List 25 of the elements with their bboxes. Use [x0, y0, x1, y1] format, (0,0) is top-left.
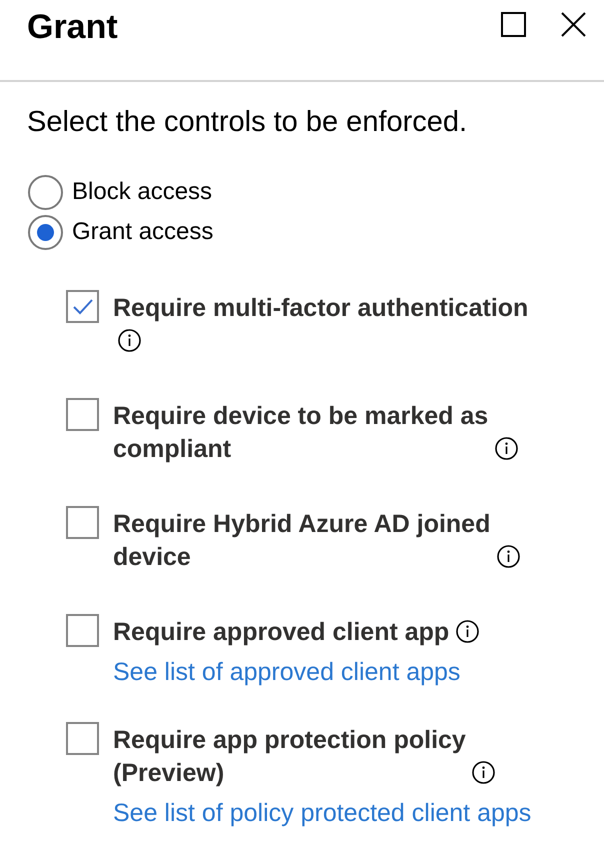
info-icon[interactable] [118, 329, 141, 352]
info-icon[interactable] [456, 620, 479, 643]
checkbox-label: Require Hybrid Azure AD joined device [113, 509, 492, 573]
checkbox-label: Require multi-factor authentication [113, 293, 530, 324]
radio-button[interactable] [28, 214, 63, 250]
radio-label[interactable]: Grant access [72, 217, 214, 247]
checkbox[interactable] [66, 398, 99, 431]
info-icon[interactable] [497, 545, 520, 568]
checkbox-label: Require device to be marked as compliant [113, 401, 490, 465]
checkbox[interactable] [66, 290, 99, 323]
radio-label[interactable]: Block access [72, 177, 212, 207]
checkbox[interactable] [66, 614, 99, 647]
radio-button[interactable] [28, 174, 63, 210]
list-link[interactable]: See list of approved client apps [113, 658, 460, 686]
close-icon[interactable] [561, 12, 586, 37]
checkbox[interactable] [66, 506, 99, 539]
checkbox-label: Require app protection policy (Preview) [113, 725, 467, 789]
checkbox[interactable] [66, 722, 99, 755]
list-link[interactable]: See list of policy protected client apps [113, 799, 532, 827]
panel-title: Grant [27, 7, 119, 47]
info-icon[interactable] [495, 437, 518, 460]
instruction-text: Select the controls to be enforced. [27, 105, 468, 140]
checkbox-label: Require approved client app [113, 617, 450, 648]
maximize-icon[interactable] [501, 12, 526, 37]
info-icon[interactable] [472, 761, 495, 784]
